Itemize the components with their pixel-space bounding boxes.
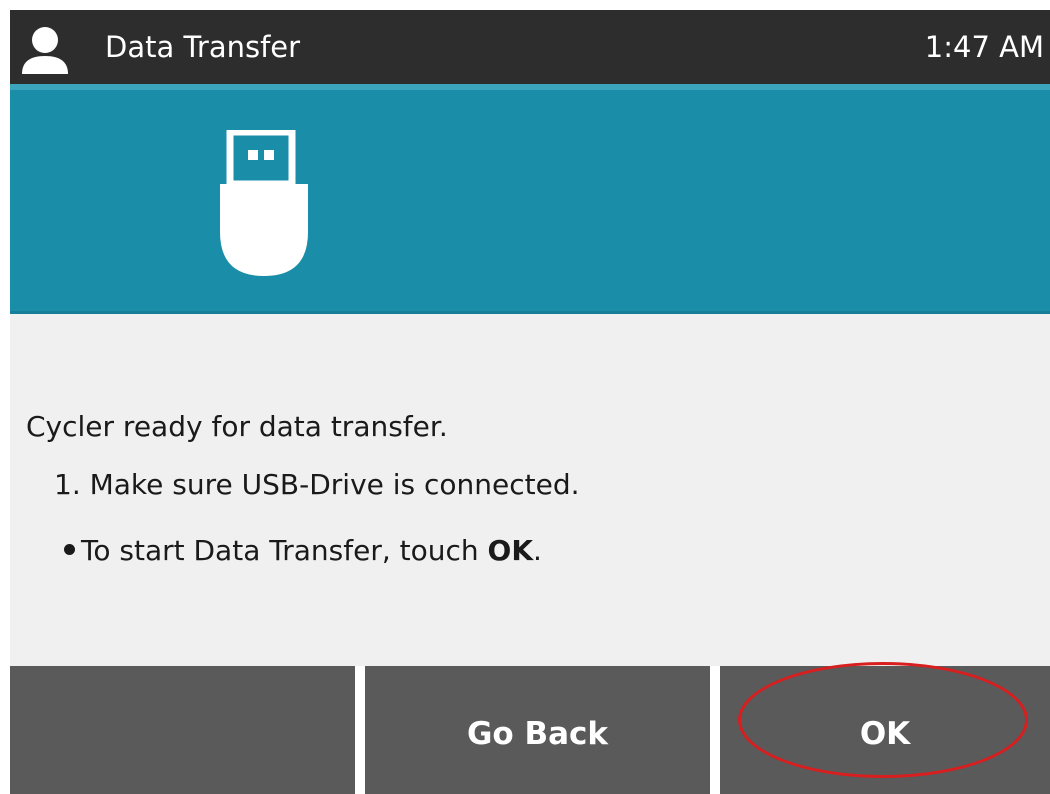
screen-title: Data Transfer — [105, 30, 301, 64]
message-area: Cycler ready for data transfer. 1. Make … — [10, 314, 1050, 666]
ok-button[interactable]: OK — [720, 666, 1050, 794]
bullet-text: To start Data Transfer, touch — [81, 534, 488, 567]
device-screen: Data Transfer 1:47 AM Cycler ready for d… — [10, 10, 1050, 794]
instruction-bullet: To start Data Transfer, touch OK. — [64, 534, 542, 567]
empty-softkey — [10, 666, 355, 794]
go-back-button[interactable]: Go Back — [365, 666, 710, 794]
instruction-step: 1. Make sure USB-Drive is connected. — [54, 468, 580, 501]
header-banner — [10, 84, 1050, 314]
clock: 1:47 AM — [924, 30, 1044, 64]
bullet-suffix: . — [533, 534, 542, 567]
button-bar: Go Back OK — [10, 666, 1050, 794]
divider — [710, 666, 720, 794]
divider — [355, 666, 365, 794]
bullet-ok-emphasis: OK — [487, 534, 534, 567]
bullet-icon — [64, 543, 75, 555]
usb-drive-icon — [220, 130, 308, 276]
status-bar: Data Transfer 1:47 AM — [10, 10, 1050, 84]
user-icon — [22, 27, 68, 74]
status-message: Cycler ready for data transfer. — [26, 410, 448, 443]
